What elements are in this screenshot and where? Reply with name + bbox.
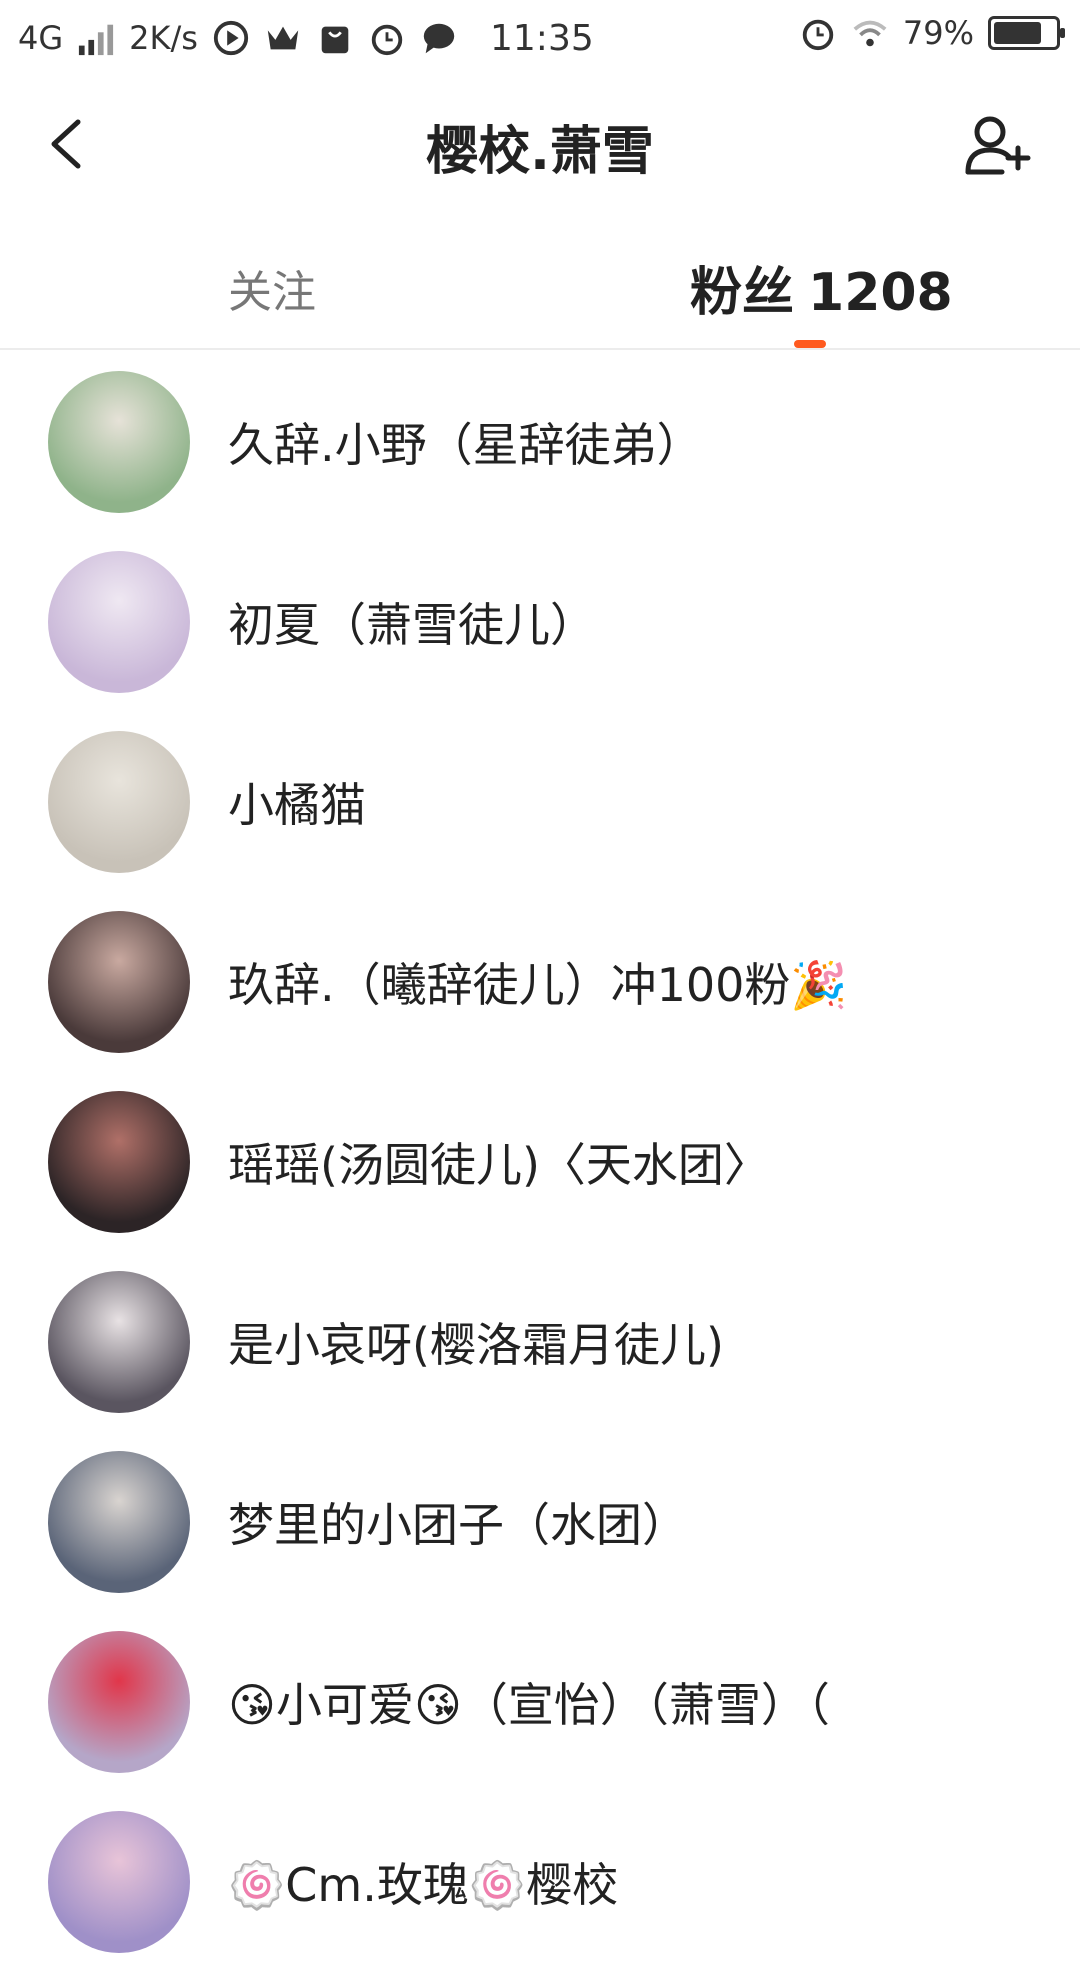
back-arrow-icon[interactable] (40, 114, 100, 174)
battery-fill (994, 22, 1042, 44)
play-circle-icon (213, 20, 249, 56)
fan-name: 瑶瑶(汤圆徒儿)〈天水团〉 (228, 1138, 770, 1192)
active-tab-indicator (794, 340, 826, 348)
tab-bar: 关注 粉丝 1208 (0, 216, 1080, 350)
list-item[interactable]: 是小哀呀(樱洛霜月徒儿) (0, 1252, 1080, 1432)
fan-name: 🍥Cm.玫瑰🍥樱校 (228, 1858, 619, 1912)
tab-fans[interactable]: 粉丝 1208 (690, 250, 953, 325)
tab-fans-count: 1208 (808, 263, 953, 323)
list-item[interactable]: 初夏（萧雪徒儿） (0, 532, 1080, 712)
fan-name: 是小哀呀(樱洛霜月徒儿) (228, 1318, 724, 1372)
avatar[interactable] (48, 1811, 190, 1953)
fan-name: 😘小可爱😘（宣怡）（萧雪）（ (228, 1678, 830, 1732)
list-item[interactable]: 梦里的小团子（水团） (0, 1432, 1080, 1612)
battery-percent: 79% (902, 14, 974, 52)
list-item[interactable]: 小橘猫 (0, 712, 1080, 892)
add-friend-icon[interactable] (962, 110, 1032, 180)
battery-icon (988, 16, 1065, 50)
tab-fans-label: 粉丝 (690, 263, 795, 323)
status-time: 11:35 (490, 18, 594, 59)
fan-name: 初夏（萧雪徒儿） (228, 598, 596, 652)
fan-name: 小橘猫 (228, 778, 366, 832)
fans-list: 久辞.小野（星辞徒弟） 初夏（萧雪徒儿） 小橘猫玖辞.（曦辞徒儿）冲100粉🎉 瑶瑶(… (0, 352, 1080, 1972)
message-icon (423, 23, 455, 54)
header-bar: 樱校.萧雪 (0, 76, 1080, 216)
list-item[interactable]: 瑶瑶(汤圆徒儿)〈天水团〉 (0, 1072, 1080, 1252)
crown-icon (267, 26, 299, 50)
fan-name: 梦里的小团子（水团） (228, 1498, 688, 1552)
list-item[interactable]: 😘小可爱😘（宣怡）（萧雪）（ (0, 1612, 1080, 1792)
fan-name: 久辞.小野（星辞徒弟） (228, 418, 703, 472)
avatar[interactable] (48, 371, 190, 513)
list-item[interactable]: 玖辞.（曦辞徒儿）冲100粉🎉 (0, 892, 1080, 1072)
avatar[interactable] (48, 1451, 190, 1593)
avatar[interactable] (48, 731, 190, 873)
avatar[interactable] (48, 1271, 190, 1413)
tab-following[interactable]: 关注 (228, 256, 316, 320)
signal-icon (79, 24, 114, 56)
fan-name: 玖辞.（曦辞徒儿）冲100粉🎉 (228, 958, 848, 1012)
list-item[interactable]: 久辞.小野（星辞徒弟） (0, 352, 1080, 532)
avatar[interactable] (48, 551, 190, 693)
alarm-icon (802, 19, 834, 51)
page-title: 樱校.萧雪 (426, 121, 654, 182)
avatar[interactable] (48, 911, 190, 1053)
list-item[interactable]: 🍥Cm.玫瑰🍥樱校 (0, 1792, 1080, 1972)
status-bar: 4G 2K/s 11:35 79% (0, 0, 1080, 76)
network-speed: 2K/s (129, 19, 198, 57)
status-left: 4G 2K/s (18, 19, 458, 57)
avatar[interactable] (48, 1631, 190, 1773)
avatar[interactable] (48, 1091, 190, 1233)
shopping-bag-icon (321, 26, 349, 54)
wifi-icon (853, 20, 887, 47)
status-right: 79% (799, 14, 1065, 52)
alarm-icon (371, 24, 403, 56)
network-type: 4G (18, 19, 64, 57)
